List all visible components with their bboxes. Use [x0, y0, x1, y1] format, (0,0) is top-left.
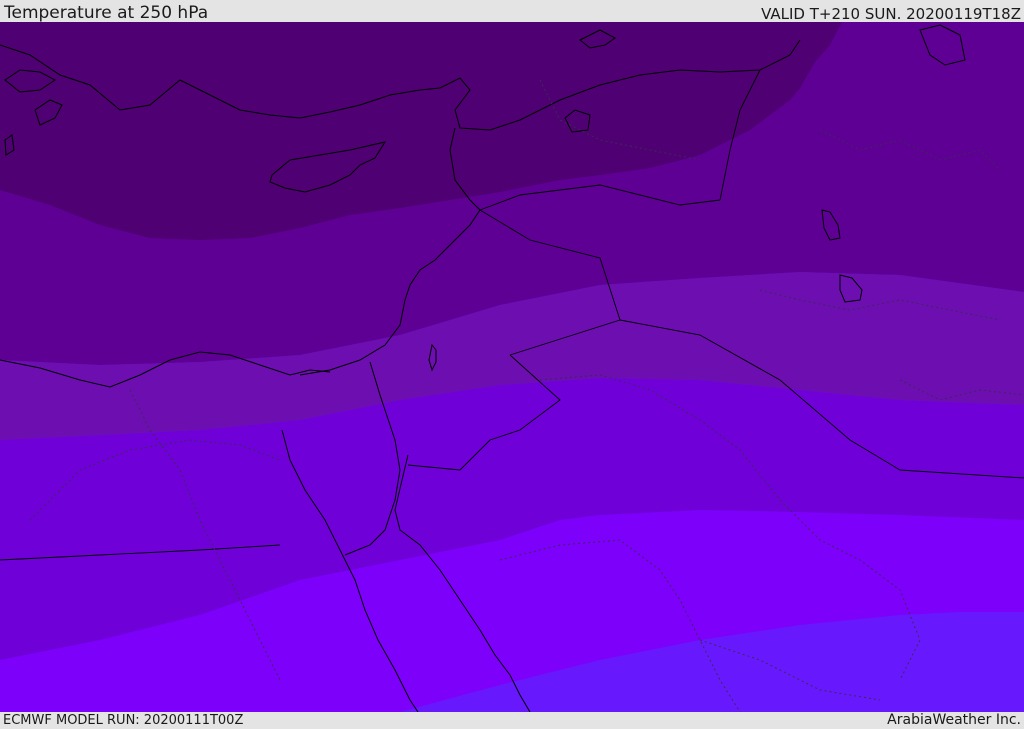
model-run-label: ECMWF MODEL RUN: 20200111T00Z — [3, 713, 244, 728]
map-title: Temperature at 250 hPa — [4, 3, 209, 23]
map-canvas[interactable] — [0, 22, 1024, 712]
footer-bar: ECMWF MODEL RUN: 20200111T00Z ArabiaWeat… — [0, 712, 1024, 729]
map-svg — [0, 22, 1024, 712]
credit-label: ArabiaWeather Inc. — [887, 712, 1021, 728]
header-bar: Temperature at 250 hPa VALID T+210 SUN. … — [0, 0, 1024, 23]
weather-map-page: Temperature at 250 hPa VALID T+210 SUN. … — [0, 0, 1024, 729]
valid-time: VALID T+210 SUN. 20200119T18Z — [761, 5, 1021, 23]
